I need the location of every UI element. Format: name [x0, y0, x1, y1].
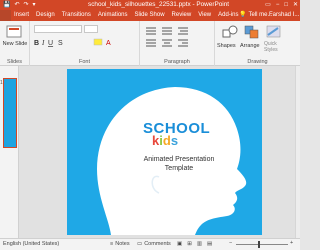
- font-name-box[interactable]: [34, 25, 82, 33]
- comments-icon: ▭: [137, 241, 143, 247]
- paragraph-group-label: Paragraph: [164, 59, 190, 65]
- notes-button[interactable]: ≡ Notes: [110, 241, 130, 247]
- notes-label: Notes: [115, 241, 130, 247]
- close-button[interactable]: ✕: [293, 1, 298, 9]
- svg-text:S: S: [58, 40, 63, 47]
- status-bar: English (United States) ≡ Notes ▭ Commen…: [0, 238, 300, 250]
- tell-me-box[interactable]: 💡 Tell me...: [239, 11, 273, 20]
- normal-view-icon[interactable]: ▣: [177, 241, 182, 247]
- new-slide-button[interactable]: New Slide: [2, 41, 28, 47]
- view-buttons: ▣ ⊞ ▥ ▤: [177, 241, 212, 247]
- slide-sorter-icon[interactable]: ⊞: [187, 241, 192, 247]
- font-size-box[interactable]: [84, 25, 98, 33]
- zoom-in-button[interactable]: +: [290, 240, 293, 246]
- tab-design[interactable]: Design: [36, 11, 55, 20]
- kids-letter-3: s: [170, 133, 179, 148]
- font-group: B I U S A Font: [30, 21, 140, 66]
- comments-button[interactable]: ▭ Comments: [137, 241, 171, 247]
- slides-group: New Slide Slides: [0, 21, 30, 66]
- slideshow-view-icon[interactable]: ▤: [207, 241, 212, 247]
- vertical-scrollbar[interactable]: [295, 66, 300, 238]
- child-silhouette: [97, 87, 247, 235]
- tab-slide-show[interactable]: Slide Show: [135, 11, 165, 20]
- zoom-slider-track[interactable]: [236, 244, 288, 245]
- drawing-group-label: Drawing: [247, 59, 268, 65]
- notes-icon: ≡: [110, 241, 114, 247]
- tab-insert[interactable]: Insert: [14, 11, 29, 20]
- tab-review[interactable]: Review: [172, 11, 192, 20]
- window-title: school_kids_silhouettes_22531.pptx - Pow…: [88, 1, 230, 8]
- shapes-icon[interactable]: [222, 25, 238, 39]
- tab-add-ins[interactable]: Add-ins: [218, 11, 238, 20]
- maximize-button[interactable]: □: [284, 1, 288, 9]
- tab-transitions[interactable]: Transitions: [62, 11, 91, 20]
- font-format-icons[interactable]: B I U S A: [34, 37, 134, 47]
- svg-text:A: A: [106, 40, 111, 47]
- title-bar: 💾 ↶ ↷ ▾ school_kids_silhouettes_22531.pp…: [0, 0, 300, 10]
- file-tab[interactable]: [0, 10, 11, 21]
- arrange-icon[interactable]: [244, 25, 260, 39]
- language-indicator[interactable]: English (United States): [3, 241, 59, 247]
- slide-title-kids: kids: [152, 133, 178, 148]
- quick-styles-icon[interactable]: [266, 25, 282, 39]
- ribbon-display-icon[interactable]: ▭: [265, 1, 271, 9]
- ribbon-tabs: Home Insert Design Transitions Animation…: [0, 10, 300, 21]
- svg-text:I: I: [41, 39, 45, 47]
- comments-label: Comments: [144, 241, 171, 247]
- slide[interactable]: SCHOOL kids Animated Presentation Templa…: [67, 69, 262, 235]
- save-icon[interactable]: 💾: [3, 1, 10, 9]
- paragraph-icons[interactable]: [144, 25, 210, 49]
- shapes-button[interactable]: Shapes: [217, 43, 236, 49]
- quick-styles-button[interactable]: Quick Styles: [264, 41, 290, 53]
- lightbulb-icon: 💡: [239, 12, 247, 18]
- slide-subtitle-line2: Template: [164, 165, 194, 172]
- tab-view[interactable]: View: [198, 11, 211, 20]
- svg-text:U: U: [48, 40, 53, 47]
- new-slide-icon[interactable]: [6, 25, 22, 39]
- zoom-out-button[interactable]: −: [229, 240, 232, 246]
- minimize-button[interactable]: −: [276, 1, 280, 9]
- kids-letter-2: d: [162, 133, 171, 148]
- slide-canvas: SCHOOL kids Animated Presentation Templa…: [19, 66, 300, 238]
- kids-letter-0: k: [152, 133, 160, 148]
- user-account[interactable]: Farshad I...: [269, 11, 299, 20]
- undo-icon[interactable]: ↶: [14, 1, 19, 9]
- reading-view-icon[interactable]: ▥: [197, 241, 202, 247]
- redo-icon[interactable]: ↷: [24, 1, 29, 9]
- drawing-group: Shapes Arrange Quick Styles Drawing: [215, 21, 300, 66]
- font-group-label: Font: [78, 59, 90, 65]
- tab-animations[interactable]: Animations: [98, 11, 128, 20]
- ribbon: New Slide Slides B I U S A Font Paragrap…: [0, 21, 300, 66]
- quick-access-toolbar: 💾 ↶ ↷ ▾: [3, 1, 36, 9]
- customize-qat-icon[interactable]: ▾: [33, 1, 36, 9]
- slide-thumbnail-panel: 1: [0, 66, 19, 238]
- language-label: English (United States): [3, 241, 60, 247]
- slides-group-label: Slides: [7, 59, 22, 65]
- zoom-slider-thumb[interactable]: [258, 241, 260, 248]
- svg-text:B: B: [34, 40, 39, 47]
- window-controls: ▭ − □ ✕: [265, 1, 298, 9]
- arrange-button[interactable]: Arrange: [240, 43, 260, 49]
- slide-subtitle-line1: Animated Presentation: [143, 156, 215, 163]
- paragraph-group: Paragraph: [140, 21, 215, 66]
- slide-thumbnail[interactable]: [3, 78, 17, 148]
